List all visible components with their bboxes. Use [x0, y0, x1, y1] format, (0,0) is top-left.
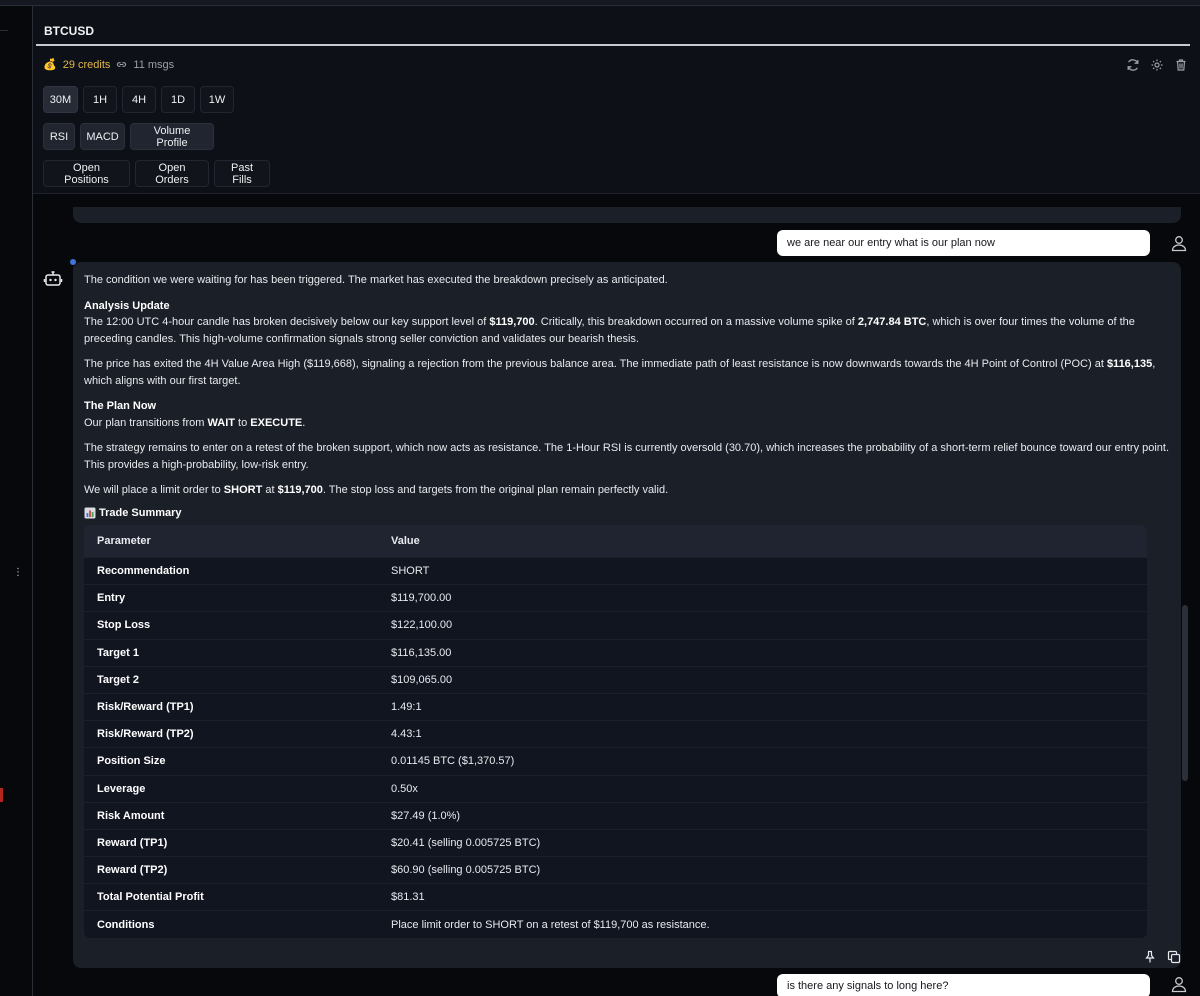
moneybag-icon: 💰: [43, 59, 57, 71]
parameter-cell: Risk/Reward (TP1): [84, 692, 378, 721]
previous-message-bubble: [73, 207, 1181, 223]
parameter-cell: Risk Amount: [84, 801, 378, 830]
assistant-message: The condition we were waiting for has be…: [73, 262, 1181, 968]
user-avatar-icon: [1171, 236, 1187, 252]
analysis-heading: Analysis Update: [84, 299, 170, 312]
value-cell: 4.43:1: [378, 720, 1147, 748]
msgs-count: 11 msgs: [133, 58, 175, 71]
table-row: Risk/Reward (TP2) 4.43:1: [84, 720, 1147, 748]
table-row: Risk Amount $27.49 (1.0%): [84, 801, 1147, 830]
parameter-cell: Recommendation: [84, 556, 378, 585]
value-cell: $122,100.00: [378, 611, 1147, 640]
refresh-icon[interactable]: [1126, 58, 1140, 72]
value-cell: 0.50x: [378, 774, 1147, 803]
link-icon: [117, 62, 127, 67]
value-cell: $20.41 (selling 0.005725 BTC): [378, 828, 1147, 857]
indicator-rsi-button[interactable]: RSI: [43, 123, 75, 150]
panel-header: BTCUSD 💰 29 credits 11 msgs 30M 1H 4H 1D…: [33, 6, 1200, 194]
value-cell: Place limit order to SHORT on a retest o…: [378, 910, 1147, 939]
gutter-tick: [0, 30, 8, 31]
data-tabs: Open Positions Open Orders Past Fills: [43, 160, 270, 187]
parameter-cell: Stop Loss: [84, 611, 378, 640]
copy-icon[interactable]: [1167, 950, 1181, 964]
settings-icon[interactable]: [1150, 58, 1164, 72]
header-actions: [1126, 58, 1188, 72]
value-cell: SHORT: [378, 556, 1147, 585]
open-positions-button[interactable]: Open Positions: [43, 160, 130, 187]
gutter-marker: [0, 788, 3, 802]
symbol-title: BTCUSD: [44, 24, 94, 38]
table-row: Conditions Place limit order to SHORT on …: [84, 910, 1147, 939]
value-cell: $27.49 (1.0%): [378, 801, 1147, 830]
parameter-cell: Total Potential Profit: [84, 883, 378, 911]
plan-paragraph-3: We will place a limit order to SHORT at …: [84, 484, 669, 496]
column-header: Parameter: [97, 534, 151, 547]
table-row: Leverage 0.50x: [84, 774, 1147, 803]
table-row: Stop Loss $122,100.00: [84, 611, 1147, 640]
pin-icon[interactable]: [1143, 950, 1157, 964]
chat-scrollbar[interactable]: [1182, 605, 1188, 781]
indicator-macd-button[interactable]: MACD: [80, 123, 125, 150]
table-row: Reward (TP1) $20.41 (selling 0.005725 BTC…: [84, 828, 1147, 857]
indicator-selector: RSI MACD Volume Profile: [43, 123, 214, 150]
trash-icon[interactable]: [1174, 58, 1188, 72]
left-gutter: [0, 6, 33, 996]
parameter-cell: Risk/Reward (TP2): [84, 720, 378, 748]
parameter-cell: Position Size: [84, 747, 378, 775]
bar-chart-icon: [84, 507, 96, 518]
user-avatar-icon: [1171, 977, 1187, 993]
intro-paragraph: The condition we were waiting for has be…: [84, 274, 668, 286]
indicator-volume-profile-button[interactable]: Volume Profile: [130, 123, 214, 150]
user-message: we are near our entry what is our plan n…: [777, 230, 1150, 256]
parameter-cell: Target 1: [84, 638, 378, 667]
timeframe-4h-button[interactable]: 4H: [122, 86, 156, 113]
table-header-row: Parameter Value: [84, 524, 1147, 558]
parameter-cell: Reward (TP2): [84, 856, 378, 884]
parameter-cell: Reward (TP1): [84, 828, 378, 857]
column-header: Value: [391, 534, 420, 547]
table-row: Total Potential Profit $81.31: [84, 883, 1147, 911]
value-cell: $119,700.00: [378, 584, 1147, 612]
timeframe-1h-button[interactable]: 1H: [83, 86, 117, 113]
parameter-cell: Leverage: [84, 774, 378, 803]
trade-summary-heading: Trade Summary: [84, 507, 1170, 519]
value-cell: $116,135.00: [378, 638, 1147, 667]
timeframe-30m-button[interactable]: 30M: [43, 86, 78, 113]
bot-avatar-icon: [43, 271, 63, 286]
past-fills-button[interactable]: Past Fills: [214, 160, 270, 187]
value-cell: 0.01145 BTC ($1,370.57): [378, 747, 1147, 775]
credits-count: 29 credits: [62, 58, 111, 71]
trade-summary-table: Parameter Value Recommendation SHORT Entry…: [84, 524, 1147, 939]
value-cell: $109,065.00: [378, 665, 1147, 694]
table-row: Target 2 $109,065.00: [84, 665, 1147, 694]
table-row: Target 1 $116,135.00: [84, 638, 1147, 667]
user-message: is there any signals to long here?: [777, 974, 1150, 996]
parameter-cell: Target 2: [84, 665, 378, 694]
value-cell: $81.31: [378, 883, 1147, 911]
analysis-paragraph-2: The price has exited the 4H Value Area H…: [84, 358, 1156, 387]
open-orders-button[interactable]: Open Orders: [135, 160, 209, 187]
drag-handle-icon[interactable]: ⋮: [13, 566, 23, 580]
plan-heading: The Plan Now: [84, 400, 157, 412]
timeframe-selector: 30M 1H 4H 1D 1W: [43, 86, 234, 113]
table-row: Position Size 0.01145 BTC ($1,370.57): [84, 747, 1147, 775]
parameter-cell: Entry: [84, 584, 378, 612]
table-row: Entry $119,700.00: [84, 584, 1147, 612]
symbol-tab[interactable]: BTCUSD: [36, 20, 1190, 46]
value-cell: 1.49:1: [378, 692, 1147, 721]
value-cell: $60.90 (selling 0.005725 BTC): [378, 856, 1147, 884]
analysis-paragraph-1: The 12:00 UTC 4-hour candle has broken d…: [84, 316, 1135, 345]
chat-panel: BTCUSD 💰 29 credits 11 msgs 30M 1H 4H 1D…: [33, 6, 1200, 996]
table-row: Recommendation SHORT: [84, 556, 1147, 585]
table-row: Risk/Reward (TP1) 1.49:1: [84, 692, 1147, 721]
chat-thread[interactable]: we are near our entry what is our plan n…: [33, 195, 1200, 996]
message-actions: [1143, 950, 1181, 964]
table-row: Reward (TP2) $60.90 (selling 0.005725 BTC…: [84, 856, 1147, 884]
timeframe-1d-button[interactable]: 1D: [161, 86, 195, 113]
timeframe-1w-button[interactable]: 1W: [200, 86, 234, 113]
usage-meta: 💰 29 credits 11 msgs: [43, 58, 175, 72]
parameter-cell: Conditions: [84, 910, 378, 939]
plan-paragraph-2: The strategy remains to enter on a retes…: [84, 442, 1170, 471]
plan-paragraph-1: Our plan transitions from WAIT to EXECUT…: [84, 416, 306, 429]
